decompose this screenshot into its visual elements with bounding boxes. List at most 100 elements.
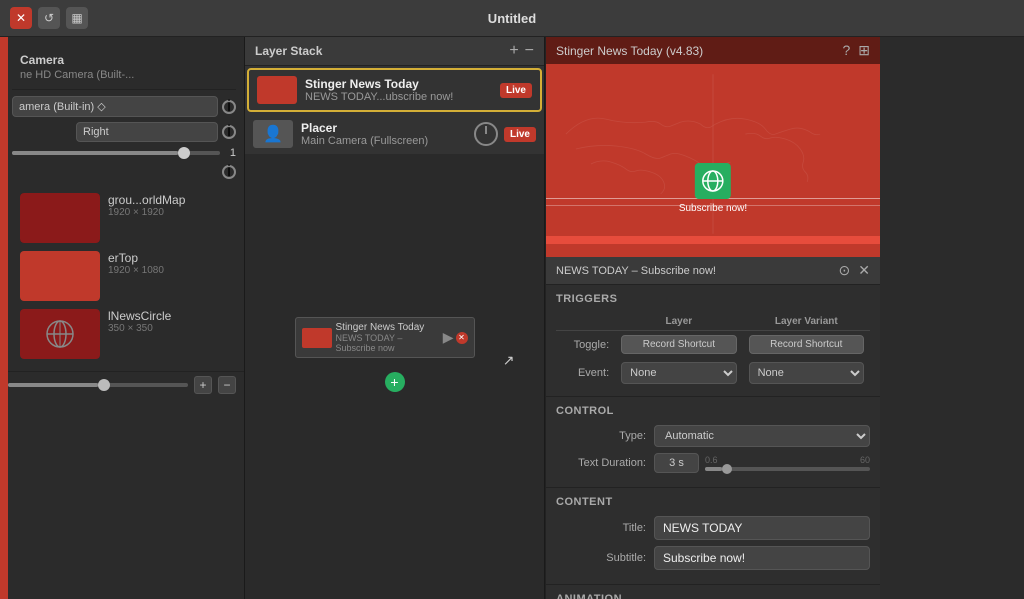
remove-item-button[interactable]: − (525, 43, 534, 59)
bottom-slider-thumb[interactable] (98, 379, 110, 391)
duration-fill (705, 467, 722, 471)
add-layer-button[interactable]: + (194, 376, 212, 394)
source-select[interactable]: amera (Built-in) ◇ (12, 96, 218, 117)
canvas-close-button[interactable]: ✕ (456, 332, 468, 344)
close-button[interactable]: ✕ (10, 7, 32, 29)
camera-sub: ne HD Camera (Built-... (20, 69, 228, 81)
toggle-shortcut2-button[interactable]: Record Shortcut (749, 335, 864, 354)
canvas-add-button[interactable]: + (385, 372, 405, 392)
col-variant-header: Layer Variant (743, 313, 870, 331)
canvas-content: Stinger News Today NEWS TODAY – Subscrib… (295, 317, 495, 437)
refresh-button[interactable]: ↺ (38, 7, 60, 29)
placer-timer-icon[interactable] (474, 122, 498, 146)
thumb-info: grou...orldMap 1920 × 1920 (108, 193, 228, 218)
left-red-bar (0, 37, 8, 599)
content-subtitle-value[interactable]: Subscribe now! (654, 546, 870, 570)
align-info-icon: i (222, 125, 236, 139)
thumb-preview-circle (20, 309, 100, 359)
right-panel: Stinger News Today (v4.83) ? ⊞ (545, 37, 880, 599)
preview-globe-icon (695, 163, 731, 199)
duration-labels: 0.6 60 (705, 455, 870, 465)
type-label: Type: (556, 430, 646, 442)
triggers-title: Triggers (556, 293, 870, 305)
content-title-value[interactable]: NEWS TODAY (654, 516, 870, 540)
canvas-arrow-icon[interactable]: ▶ (443, 329, 454, 346)
layer-item-placer[interactable]: 👤 Placer Main Camera (Fullscreen) Live (245, 114, 544, 155)
layer-thumb-stinger (257, 76, 297, 104)
thumb-preview-top (20, 251, 100, 301)
duration-slider-wrapper: 0.6 60 (705, 455, 870, 471)
thumbnails-section: grou...orldMap 1920 × 1920 erTop 1920 × … (12, 185, 236, 367)
layer-name-stinger: Stinger News Today (305, 77, 492, 91)
layer-info-placer: Placer Main Camera (Fullscreen) (301, 121, 466, 147)
content-title-label: Title: (556, 522, 646, 534)
thumb-info: lNewsCircle 350 × 350 (108, 309, 228, 334)
preview-expand-icon[interactable]: ⊞ (858, 42, 870, 59)
slider-row: 1 (12, 147, 236, 159)
event-select2[interactable]: None On Start On End (749, 362, 864, 384)
align-select[interactable]: Right (76, 122, 218, 142)
type-control: Automatic Manual (654, 425, 870, 447)
list-item[interactable]: grou...orldMap 1920 × 1920 (20, 193, 228, 243)
content-title: Content (556, 496, 870, 508)
remove-layer-button[interactable]: − (218, 376, 236, 394)
grid-button[interactable]: ▦ (66, 7, 88, 29)
list-item[interactable]: erTop 1920 × 1080 (20, 251, 228, 301)
content-title-control: NEWS TODAY (654, 516, 870, 540)
live-badge-stinger: Live (500, 83, 532, 98)
type-row: Type: Automatic Manual (556, 425, 870, 447)
add-item-button[interactable]: + (509, 43, 518, 59)
duration-min: 0.6 (705, 455, 718, 465)
middle-panel: Layer Stack + − Stinger News Today NEWS … (245, 37, 545, 599)
preview-title-text: Stinger News Today (v4.83) (556, 44, 703, 58)
toggle-shortcut1-button[interactable]: Record Shortcut (621, 335, 736, 354)
layer-thumb-person: 👤 (253, 120, 293, 148)
layer-info-stinger: Stinger News Today NEWS TODAY...ubscribe… (305, 77, 492, 103)
type-select[interactable]: Automatic Manual (654, 425, 870, 447)
event-select1[interactable]: None On Start On End (621, 362, 736, 384)
title-bar: ✕ ↺ ▦ Untitled (0, 0, 1024, 37)
close-info-icon[interactable]: ✕ (858, 262, 870, 279)
preview-subscribe: Subscribe now! (679, 203, 747, 214)
duration-track (705, 467, 870, 471)
event-select1-cell: None On Start On End (615, 358, 742, 388)
thumb-name: lNewsCircle (108, 309, 228, 323)
animation-title: Animation (556, 593, 870, 599)
layer-sub-placer: Main Camera (Fullscreen) (301, 135, 466, 147)
canvas-mini-name: Stinger News Today (336, 322, 439, 333)
triggers-section: Triggers Layer Layer Variant Toggle: Rec… (546, 285, 880, 397)
duration-row-inner: 3 s 0.6 60 (654, 453, 870, 473)
duration-control: 3 s 0.6 60 (654, 453, 870, 473)
info-icon[interactable]: ⊙ (839, 262, 851, 279)
thumb-map-bg (20, 193, 100, 243)
thumb-size: 1920 × 1080 (108, 265, 228, 276)
list-item[interactable]: lNewsCircle 350 × 350 (20, 309, 228, 359)
canvas-mini-text: Stinger News Today NEWS TODAY – Subscrib… (336, 322, 439, 353)
layer-item-stinger[interactable]: Stinger News Today NEWS TODAY...ubscribe… (247, 68, 542, 112)
slider-thumb[interactable] (178, 147, 190, 159)
info-bar: NEWS TODAY – Subscribe now! ⊙ ✕ (546, 257, 880, 285)
preview-brand: Subscribe now! (679, 163, 747, 214)
content-subtitle-label: Subtitle: (556, 552, 646, 564)
event-label: Event: (556, 358, 615, 388)
content-section: Content Title: NEWS TODAY Subtitle: Subs… (546, 488, 880, 585)
animation-section: Animation (546, 585, 880, 599)
slider-info-icon: i (222, 165, 236, 179)
preview-help-icon[interactable]: ? (842, 42, 850, 59)
duration-max: 60 (860, 455, 870, 465)
thumb-preview-map (20, 193, 100, 243)
preview-map: Subscribe now! (546, 64, 880, 244)
canvas-mini-layer[interactable]: Stinger News Today NEWS TODAY – Subscrib… (295, 317, 475, 358)
toggle-label: Toggle: (556, 331, 615, 359)
live-badge-placer: Live (504, 127, 536, 142)
preview-header: Stinger News Today (v4.83) ? ⊞ (546, 37, 880, 64)
canvas-mini-sub: NEWS TODAY – Subscribe now (336, 333, 439, 353)
duration-thumb[interactable] (722, 464, 732, 474)
camera-label: Camera (20, 53, 228, 67)
table-row: Toggle: Record Shortcut Record Shortcut (556, 331, 870, 359)
bottom-controls: + − (0, 371, 244, 398)
event-select2-cell: None On Start On End (743, 358, 870, 388)
thumb-size: 350 × 350 (108, 323, 228, 334)
thumb-name: erTop (108, 251, 228, 265)
slider-value: 1 (230, 147, 236, 159)
